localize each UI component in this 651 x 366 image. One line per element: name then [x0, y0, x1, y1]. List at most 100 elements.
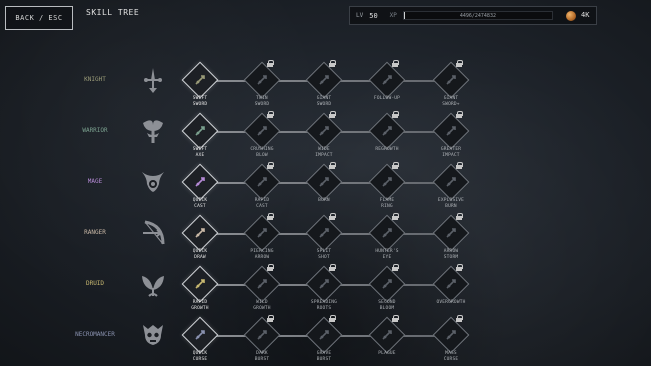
skill-node[interactable]: [432, 265, 470, 303]
lock-icon: [329, 162, 336, 169]
lock-icon: [329, 264, 336, 271]
swift-axe-icon: [192, 123, 208, 139]
skill-node[interactable]: [368, 61, 406, 99]
lock-icon: [329, 111, 336, 118]
skill-node[interactable]: [305, 112, 343, 150]
lock-icon: [456, 60, 463, 67]
lock-icon: [456, 213, 463, 220]
quick-curse-icon: [192, 327, 208, 343]
skill-node[interactable]: [368, 316, 406, 354]
class-row-knight: KNIGHT SWIFT SWORD TWIN SWORD GIANT SWORD FO…: [0, 60, 651, 107]
spreading-roots-icon: [316, 276, 332, 292]
lock-icon: [267, 162, 274, 169]
skill-label: QUICK DRAW: [192, 249, 208, 260]
skill-label: SPREADING ROOTS: [310, 300, 338, 311]
skill-label: GRAVE BURST: [316, 351, 332, 362]
skull-emblem-icon: [138, 320, 168, 350]
skill-label: FOLLOW-UP: [373, 96, 401, 101]
skill-node[interactable]: [243, 61, 281, 99]
class-row-mage: MAGE QUICK CAST RAPID CAST BURN FLAME RING EX…: [0, 162, 651, 209]
sword-emblem-icon: [138, 65, 168, 95]
class-name: RANGER: [84, 229, 106, 236]
class-row-druid: DRUID RAPID GROWTH WILD GROWTH SPREADING RO…: [0, 264, 651, 311]
skill-node[interactable]: [181, 112, 219, 150]
second-bloom-icon: [379, 276, 395, 292]
lock-icon: [392, 162, 399, 169]
regrowth-icon: [379, 123, 395, 139]
skill-label: WILD GROWTH: [253, 300, 271, 311]
lock-icon: [456, 111, 463, 118]
skill-node[interactable]: [305, 163, 343, 201]
skill-node[interactable]: [432, 61, 470, 99]
skill-label: HUNTER'S EYE: [375, 249, 399, 260]
skill-node[interactable]: [305, 265, 343, 303]
skill-node[interactable]: [432, 316, 470, 354]
skill-node[interactable]: [243, 316, 281, 354]
level-label: LV: [356, 12, 364, 19]
follow-up-icon: [379, 72, 395, 88]
skill-node[interactable]: [368, 214, 406, 252]
mass-curse-icon: [443, 327, 459, 343]
back-button[interactable]: BACK / ESC: [5, 6, 73, 30]
flame-ring-icon: [379, 174, 395, 190]
lock-icon: [267, 264, 274, 271]
swift-sword-icon: [192, 72, 208, 88]
skill-node[interactable]: [368, 163, 406, 201]
class-name: NECROMANCER: [75, 331, 115, 338]
skill-node[interactable]: [181, 265, 219, 303]
player-status-bar: LV 50 XP 4496/2474832: [349, 6, 597, 25]
greater-impact-icon: [443, 123, 459, 139]
skill-node[interactable]: [305, 316, 343, 354]
plague-icon: [379, 327, 395, 343]
crushing-blow-icon: [254, 123, 270, 139]
skill-node[interactable]: [243, 112, 281, 150]
skill-node[interactable]: [368, 265, 406, 303]
skill-node[interactable]: [181, 316, 219, 354]
lock-icon: [392, 60, 399, 67]
skill-label: MASS CURSE: [443, 351, 459, 362]
class-row-necromancer: NECROMANCER QUICK CURSE DARK BURST GRAVE BU…: [0, 315, 651, 362]
skill-label: SWIFT AXE: [192, 147, 208, 158]
skill-node[interactable]: [305, 214, 343, 252]
class-name: KNIGHT: [84, 76, 106, 83]
wild-growth-icon: [254, 276, 270, 292]
leaf-emblem-icon: [138, 269, 168, 299]
skill-node[interactable]: [181, 61, 219, 99]
dark-burst-icon: [254, 327, 270, 343]
skill-node[interactable]: [305, 61, 343, 99]
skill-label: REGROWTH: [375, 147, 399, 152]
lock-icon: [392, 111, 399, 118]
skill-node[interactable]: [368, 112, 406, 150]
wide-impact-icon: [316, 123, 332, 139]
lock-icon: [456, 162, 463, 169]
giant-sword-icon: [316, 72, 332, 88]
rapid-growth-icon: [192, 276, 208, 292]
class-row-warrior: WARRIOR SWIFT AXE CRUSHING BLOW WIDE IMPACT…: [0, 111, 651, 158]
skill-node[interactable]: [181, 214, 219, 252]
lock-icon: [329, 60, 336, 67]
skill-label: BURN: [318, 198, 330, 203]
skill-label: RAPID CAST: [254, 198, 270, 209]
skill-node[interactable]: [432, 214, 470, 252]
grave-burst-icon: [316, 327, 332, 343]
skill-node[interactable]: [432, 112, 470, 150]
skill-label: SPLIT SHOT: [316, 249, 332, 260]
rapid-cast-icon: [254, 174, 270, 190]
skill-label: SWIFT SWORD: [192, 96, 208, 107]
skill-label: CRUSHING BLOW: [250, 147, 274, 158]
bow-emblem-icon: [138, 218, 168, 248]
skill-node[interactable]: [432, 163, 470, 201]
lock-icon: [267, 111, 274, 118]
skill-node[interactable]: [181, 163, 219, 201]
hunters-eye-icon: [379, 225, 395, 241]
overgrowth-icon: [443, 276, 459, 292]
xp-label: XP: [389, 12, 397, 19]
skill-label: QUICK CAST: [192, 198, 208, 209]
level-value: 50: [369, 11, 378, 20]
skill-label: EXPLOSIVE BURN: [437, 198, 465, 209]
skill-node[interactable]: [243, 214, 281, 252]
class-row-ranger: RANGER QUICK DRAW PIERCING ARROW SPLIT SHOT…: [0, 213, 651, 260]
skill-node[interactable]: [243, 265, 281, 303]
burn-icon: [316, 174, 332, 190]
skill-node[interactable]: [243, 163, 281, 201]
